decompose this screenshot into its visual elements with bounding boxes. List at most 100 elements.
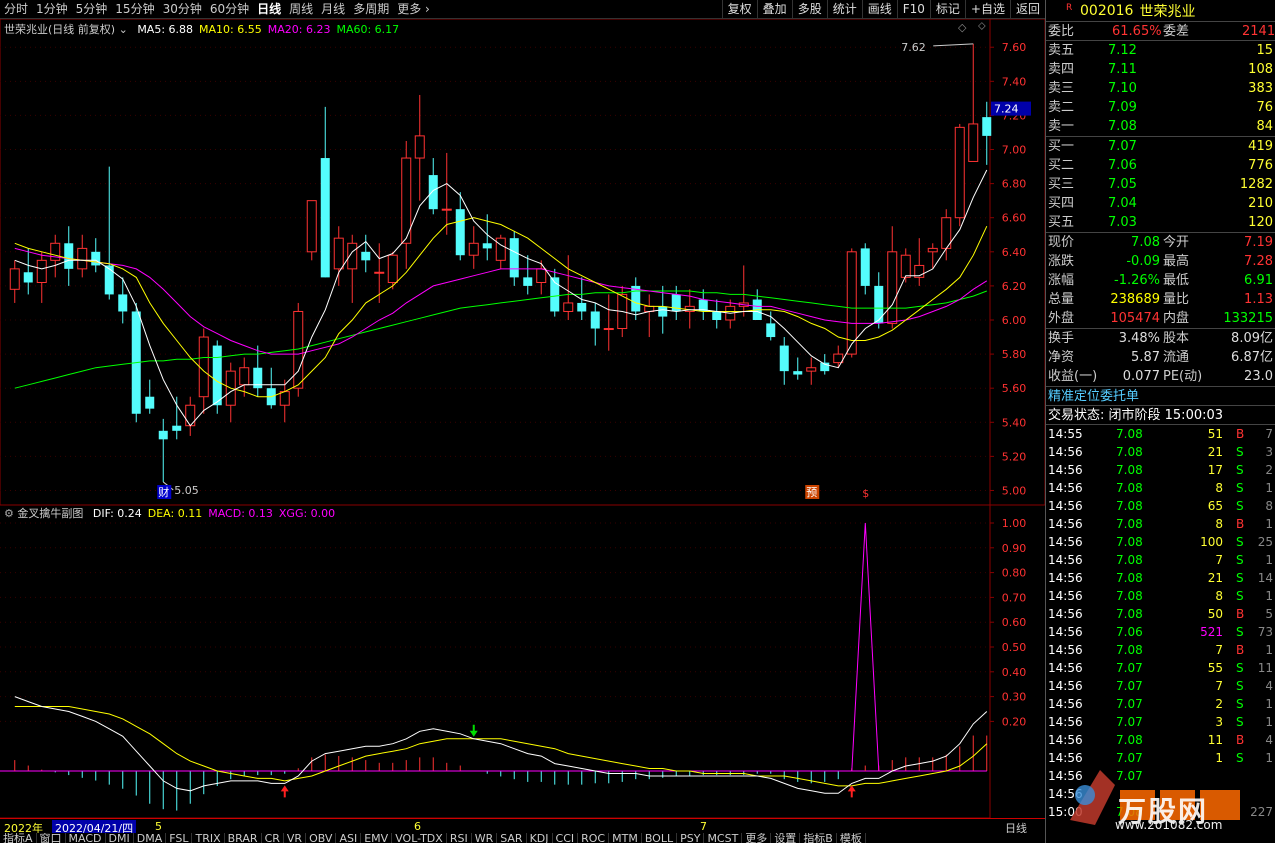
stat-value: 8.09亿 [1231,331,1273,346]
stat-value: 5.87 [1131,350,1160,365]
indicator-tab[interactable]: CCI [553,833,579,843]
chevron-down-icon[interactable]: ⌄ [119,23,128,36]
trade-cell: 1 [1265,481,1273,495]
jingzhun-label[interactable]: 精准定位委托单 [1048,387,1139,406]
indicator-tab[interactable]: DMA [134,833,167,843]
level-label: 卖二 [1048,100,1075,115]
candle-body-up [387,254,398,283]
level-volume: 419 [1248,139,1273,154]
trade-cell: 14:56 [1048,697,1083,711]
trade-cell: 7.08 [1116,535,1143,549]
stat-row: 涨跌 -0.09 最高 7.28 [1046,252,1275,271]
tool-button[interactable]: 复权 [721,0,757,18]
indicator-tab[interactable]: BOLL [642,833,678,843]
indicator-tab[interactable]: ASI [336,833,362,843]
ma-label: MA20: 6.23 [267,23,331,36]
candle-body-up [414,135,425,159]
trade-cell: 521 [1200,625,1223,639]
main-chart-title[interactable]: 世荣兆业(日线 前复权) [4,23,115,36]
tool-button[interactable]: 画线 [861,0,897,18]
indicator-tab[interactable]: VR [284,833,307,843]
period-tab[interactable]: 5分钟 [72,0,112,19]
price-tick-label: 5.00 [1002,484,1027,497]
stat-value: 3.48% [1118,331,1160,346]
low-marker-label: 5.05 [174,484,199,497]
trade-cell: 14:56 [1048,679,1083,693]
period-tab[interactable]: 1分钟 [32,0,72,19]
stat-label: 涨跌 [1048,254,1075,269]
period-tab[interactable]: 30分钟 [159,0,206,19]
indicator-tab[interactable]: PSY [677,833,705,843]
indicator-tab[interactable]: KDJ [527,833,553,843]
candle-body-up [198,336,209,398]
candle-body-up [806,367,817,372]
period-tab[interactable]: 更多 › [393,0,434,19]
period-tab[interactable]: 月线 [317,0,349,19]
indicator-tab[interactable]: DMI [106,833,134,843]
trade-row: 14:56 7.08 65 S 8 [1046,497,1275,515]
indicator-tab[interactable]: SAR [497,833,527,843]
tool-button[interactable]: F10 [896,0,930,18]
trade-row: 14:56 7.08 17 S 2 [1046,461,1275,479]
trade-cell: 1 [1265,715,1273,729]
period-tab[interactable]: 15分钟 [111,0,158,19]
high-marker-label: 7.62 [901,41,926,54]
indicator-tab[interactable]: TRIX [192,833,225,843]
stat-label: 总量 [1048,292,1075,307]
trade-row: 14:56 7.08 21 S 14 [1046,569,1275,587]
trade-cell: 14:56 [1048,589,1083,603]
indicator-tab[interactable]: RSI [447,833,472,843]
indicator-tab[interactable]: ROC [578,833,610,843]
indicator-tab[interactable]: OBV [306,833,337,843]
indicator-tab[interactable]: EMV [361,833,393,843]
sub-chart-title[interactable]: 金叉擒牛副图 [17,507,83,520]
period-tab[interactable]: 日线 [253,0,285,19]
indicator-tab[interactable]: FSL [166,833,193,843]
close-icon[interactable]: ⬦ [978,19,986,33]
period-tab[interactable]: 周线 [285,0,317,19]
tool-button[interactable]: 返回 [1009,0,1045,18]
indicator-tab[interactable]: MTM [609,833,642,843]
stat-value: -0.09 [1126,254,1160,269]
sub-indicator-label: MACD: 0.13 [208,507,273,520]
indicator-tab[interactable]: 更多 [742,833,772,843]
indicator-tab[interactable]: CR [262,833,284,843]
level-label: 买三 [1048,177,1075,192]
trade-cell: B [1236,427,1245,441]
tool-button[interactable]: 标记 [929,0,965,18]
kline-chart[interactable]: 7.607.407.207.006.806.606.406.206.005.80… [0,19,1045,819]
trade-cell: 21 [1207,571,1223,585]
trade-cell: S [1236,697,1244,711]
period-tab[interactable]: 多周期 [349,0,393,19]
diamond-icon[interactable]: ◇ [958,21,966,34]
tool-button[interactable]: 统计 [826,0,862,18]
trade-row: 14:56 7.07 2 S 1 [1046,695,1275,713]
jingzhun-row[interactable]: 精准定位委托单 [1046,387,1275,406]
trade-cell: S [1236,463,1244,477]
candle-body-down [482,243,492,249]
tool-button[interactable]: 叠加 [756,0,792,18]
settings-icon[interactable]: ⚙ [4,507,14,520]
indicator-tab[interactable]: MACD [66,833,106,843]
indicator-tab[interactable]: WR [472,833,498,843]
period-tab[interactable]: 分时 [0,0,32,19]
indicator-tab[interactable]: VOL-TDX [392,833,447,843]
period-tab[interactable]: 60分钟 [206,0,253,19]
indicator-tab[interactable]: MCST [704,833,743,843]
trade-cell: B [1236,607,1245,621]
price-tick-label: 6.20 [1002,280,1027,293]
indicator-tab[interactable]: BRAR [225,833,262,843]
tool-button[interactable]: +自选 [964,0,1010,18]
indicator-tab[interactable]: 模板 [837,833,866,843]
indicator-tab[interactable]: 设置 [771,833,801,843]
trade-cell: S [1236,625,1244,639]
indicator-tab[interactable]: 指标A [0,833,37,843]
tool-button[interactable]: 多股 [791,0,827,18]
indicator-tab[interactable]: 指标B [800,833,837,843]
trade-cell: 7.07 [1116,679,1143,693]
stat-label: PE(动) [1163,369,1203,384]
ma5-line [14,169,988,427]
trade-cell: 2 [1265,463,1273,477]
indicator-tab[interactable]: 窗口 [37,833,66,843]
trade-cell: 2 [1215,697,1223,711]
